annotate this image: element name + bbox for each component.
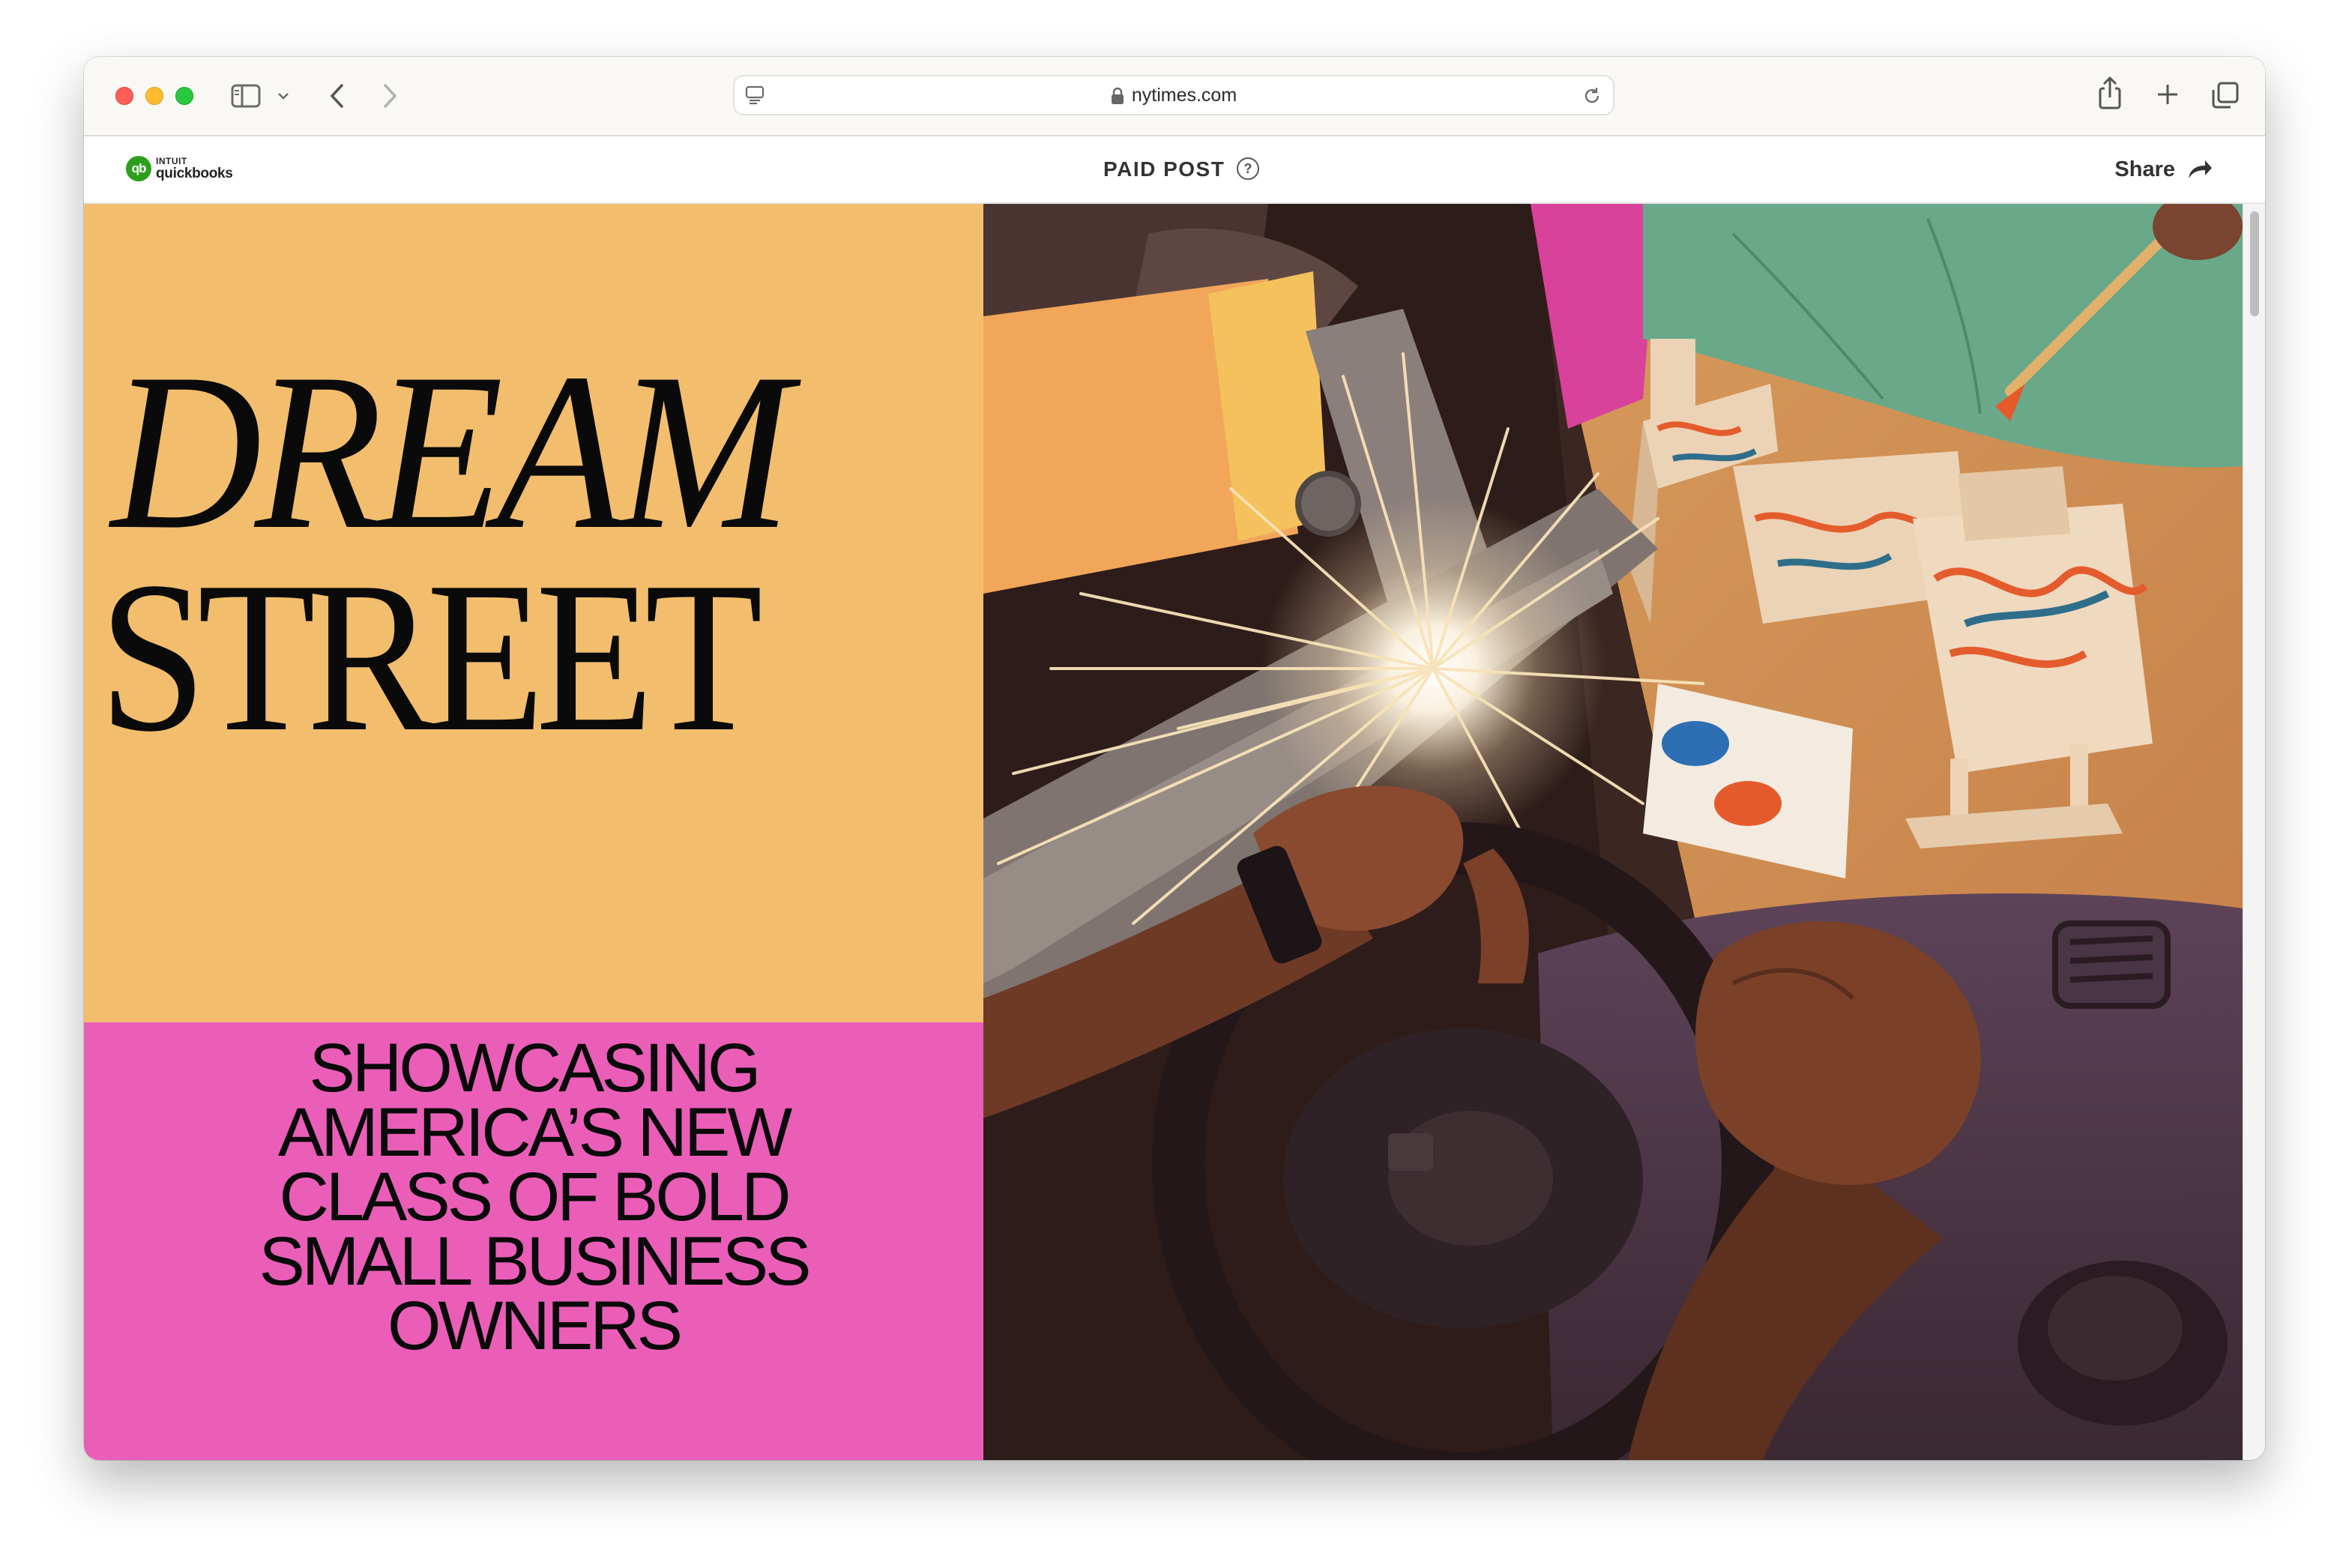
browser-window: nytimes.com qb INTUIT quickbooks PAID PO… [84, 57, 2265, 1460]
url-text: nytimes.com [1131, 85, 1237, 106]
hero-illustration [983, 204, 2243, 1460]
share-browser-icon[interactable] [2097, 76, 2123, 109]
forward-icon[interactable] [381, 82, 399, 109]
logo-intuit-text: INTUIT [156, 156, 187, 166]
quickbooks-logo-mark: qb [126, 156, 151, 181]
help-icon[interactable]: ? [1237, 157, 1259, 180]
air-vent [2052, 920, 2171, 1009]
lock-icon [1111, 88, 1124, 105]
back-icon[interactable] [328, 82, 346, 109]
illustration-drawing [983, 204, 2243, 1460]
tagline-line: CLASS OF BOLD [279, 1159, 791, 1235]
chevron-down-icon[interactable] [277, 91, 289, 100]
zoom-window-button[interactable] [175, 87, 193, 105]
tagline-line: OWNERS [388, 1288, 683, 1364]
tagline-line: SHOWCASING [309, 1030, 762, 1106]
sidebar-icon[interactable] [231, 84, 261, 108]
reload-icon[interactable] [1581, 85, 1602, 106]
url-display[interactable]: nytimes.com [735, 76, 1613, 114]
share-button[interactable]: Share [2114, 136, 2175, 202]
share-arrow-icon[interactable] [2187, 159, 2213, 180]
browser-toolbar: nytimes.com [84, 57, 2265, 136]
tagline-line: AMERICA’S NEW [277, 1094, 792, 1171]
page-scrollbar[interactable] [2243, 204, 2265, 1460]
tagline-line: SMALL BUSINESS [259, 1223, 811, 1300]
address-bar[interactable]: nytimes.com [733, 75, 1614, 115]
hero-title-dream: DREAM [111, 327, 791, 576]
hero-title-panel: DREAM STREET [84, 204, 983, 1022]
new-tab-icon[interactable] [2156, 82, 2180, 106]
scrollbar-thumb[interactable] [2250, 211, 2259, 316]
tab-overview-icon[interactable] [2211, 81, 2240, 109]
hero-tagline: SHOWCASING AMERICA’S NEW CLASS OF BOLD S… [84, 1030, 983, 1364]
paid-post-label: PAID POST [1103, 157, 1225, 181]
close-window-button[interactable] [115, 87, 133, 105]
hero-title-street: STREET [99, 537, 763, 777]
site-header: qb INTUIT quickbooks PAID POST ? Share [84, 136, 2265, 204]
minimize-window-button[interactable] [145, 87, 163, 105]
hero-tagline-panel: SHOWCASING AMERICA’S NEW CLASS OF BOLD S… [84, 1022, 983, 1460]
logo-brand-name: quickbooks [156, 166, 233, 181]
